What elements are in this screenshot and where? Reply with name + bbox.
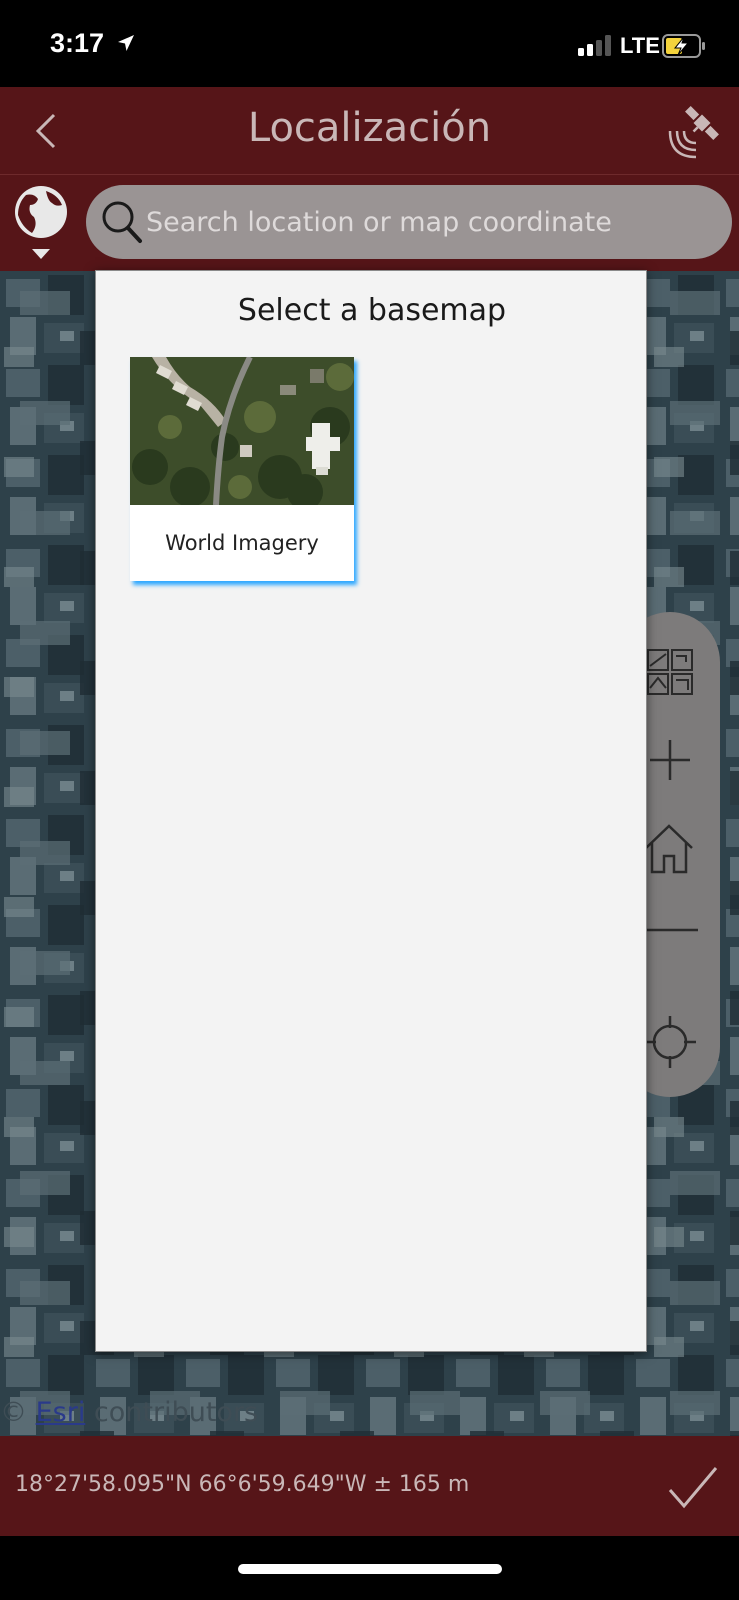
coordinates-readout: 18°27'58.095"N 66°6'59.649"W ± 165 m bbox=[15, 1472, 470, 1497]
search-input[interactable]: Search location or map coordinate bbox=[86, 185, 732, 259]
app-header: Localización bbox=[0, 87, 739, 175]
attribution-copyright: © bbox=[0, 1397, 27, 1428]
basemap-label: World Imagery bbox=[165, 531, 319, 555]
map-attribution: © Esri contributors bbox=[0, 1397, 258, 1428]
battery-charging-icon bbox=[662, 34, 705, 58]
signal-icon bbox=[578, 34, 614, 56]
search-icon bbox=[102, 201, 142, 243]
attribution-esri-link[interactable]: Esri bbox=[36, 1397, 86, 1428]
home-indicator-area bbox=[0, 1536, 739, 1600]
location-arrow-icon bbox=[118, 35, 134, 51]
dialog-title: Select a basemap bbox=[237, 293, 507, 328]
search-row: Search location or map coordinate bbox=[0, 175, 739, 271]
network-label: LTE bbox=[620, 33, 660, 58]
attribution-contributors: contributors bbox=[93, 1397, 259, 1428]
globe-icon[interactable] bbox=[12, 183, 70, 263]
basemap-selector-dialog: Select a basemap World Imagery bbox=[95, 270, 647, 1352]
coordinates-bar: 18°27'58.095"N 66°6'59.649"W ± 165 m bbox=[0, 1436, 739, 1536]
page-title: Localización bbox=[247, 105, 492, 151]
search-placeholder: Search location or map coordinate bbox=[146, 207, 612, 238]
basemap-card-world-imagery[interactable]: World Imagery bbox=[130, 357, 354, 581]
status-time: 3:17 bbox=[50, 28, 105, 58]
basemap-thumbnail bbox=[130, 357, 354, 505]
locate-icon[interactable] bbox=[642, 1014, 698, 1070]
satellite-gps-icon[interactable] bbox=[666, 101, 726, 161]
zoom-out-icon[interactable] bbox=[638, 924, 700, 936]
checkmark-icon[interactable] bbox=[666, 1462, 720, 1512]
home-indicator[interactable] bbox=[238, 1564, 502, 1574]
home-icon[interactable] bbox=[642, 822, 696, 876]
zoom-in-icon[interactable] bbox=[646, 736, 694, 784]
status-bar: 3:17 LTE bbox=[0, 0, 739, 87]
basemap-gallery-icon[interactable] bbox=[646, 648, 694, 696]
